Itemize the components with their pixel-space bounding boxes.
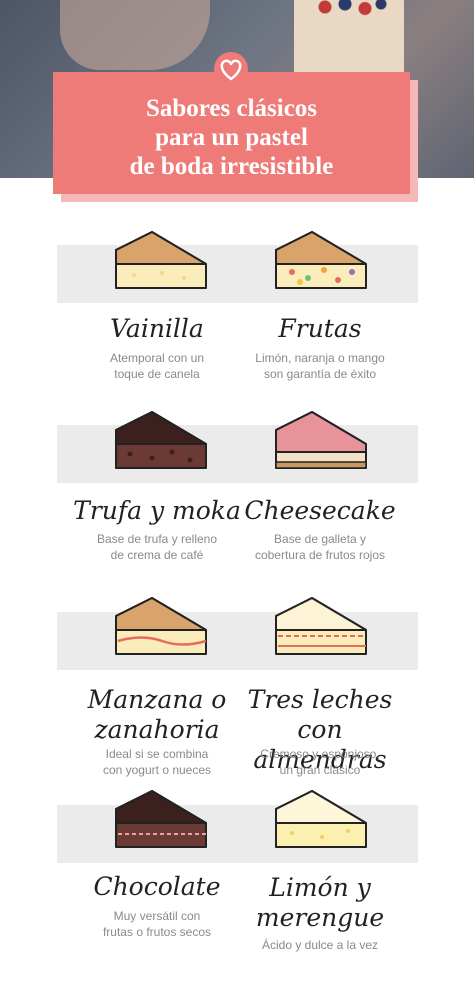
chocolate-slice-icon — [115, 790, 207, 848]
flavor-desc-fruits: Limón, naranja o mango son garantía de éx… — [255, 351, 385, 381]
flavor-name-cheesecake: Cheesecake — [244, 496, 396, 525]
flavor-name-lemon-meringue: Limón y merengue — [255, 873, 385, 932]
title-line-3: de boda irresistible — [129, 153, 334, 180]
flavor-desc-vanilla: Atemporal con un toque de canela — [109, 351, 205, 381]
flavor-desc-tres-leches: Cremoso y esponjoso, un gran clásico — [260, 747, 380, 777]
flavor-name-vanilla: Vainilla — [110, 314, 204, 343]
lemon-meringue-slice-icon — [275, 790, 367, 848]
berries-photo-detail — [309, 0, 389, 22]
vanilla-slice-icon — [115, 231, 207, 289]
apple-carrot-slice-icon — [115, 597, 207, 655]
cheesecake-slice-icon — [275, 411, 367, 469]
flavor-desc-chocolate: Muy versátil con frutas o frutos secos — [102, 909, 212, 939]
flavor-desc-lemon-meringue: Ácido y dulce a la vez — [261, 938, 379, 952]
hands-photo-detail — [60, 0, 210, 70]
title-line-2: para un pastel — [155, 124, 308, 151]
title-line-1: Sabores clásicos — [145, 95, 318, 122]
flavor-name-chocolate: Chocolate — [93, 872, 221, 901]
flavor-desc-apple-carrot: Ideal si se combina con yogurt o nueces — [102, 747, 212, 777]
flavor-name-fruits: Frutas — [278, 314, 362, 343]
truffle-slice-icon — [115, 411, 207, 469]
flavor-name-apple-carrot: Manzana o zanahoria — [87, 685, 227, 744]
flavor-desc-truffle: Base de trufa y relleno de crema de café — [96, 532, 218, 562]
flavor-name-truffle: Trufa y moka — [73, 496, 241, 525]
fruits-slice-icon — [275, 231, 367, 289]
tres-leches-slice-icon — [275, 597, 367, 655]
title-box: Sabores clásicos para un pastel de boda … — [53, 72, 410, 194]
heart-icon — [214, 52, 248, 86]
page-title: Sabores clásicos para un pastel de boda … — [53, 94, 410, 181]
flavor-desc-cheesecake: Base de galleta y cobertura de frutos roj… — [254, 532, 386, 562]
